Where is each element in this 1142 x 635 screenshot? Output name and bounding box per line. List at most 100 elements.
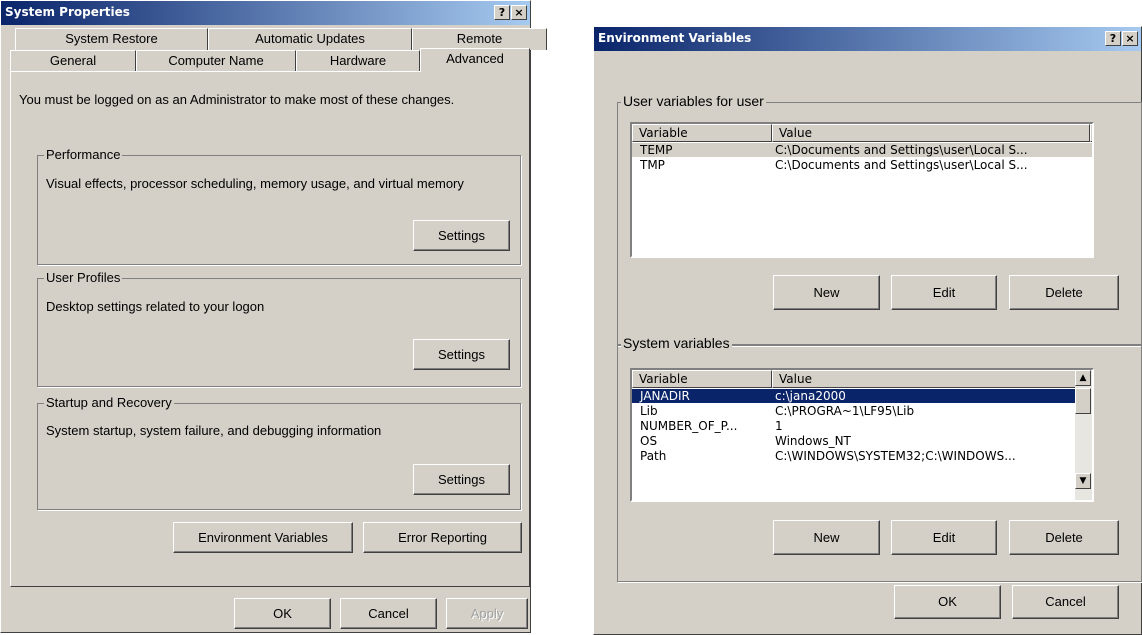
button-label: Settings bbox=[438, 228, 485, 243]
cancel-button[interactable]: Cancel bbox=[1012, 585, 1119, 619]
tab-label: Hardware bbox=[329, 53, 387, 68]
environment-variables-button[interactable]: Environment Variables bbox=[173, 522, 353, 553]
variable-name: NUMBER_OF_P... bbox=[640, 419, 738, 433]
variable-value: C:\WINDOWS\SYSTEM32;C:\WINDOWS... bbox=[775, 449, 1016, 463]
button-label: New bbox=[813, 530, 840, 545]
variable-name: Lib bbox=[640, 404, 658, 418]
tab-label: Computer Name bbox=[168, 53, 264, 68]
system-properties-window: System Properties ? × System Restore Aut… bbox=[0, 0, 547, 633]
window-title: Environment Variables bbox=[598, 31, 752, 45]
group-label: User variables for user bbox=[621, 93, 766, 109]
user-delete-button[interactable]: Delete bbox=[1009, 275, 1119, 310]
scroll-thumb[interactable] bbox=[1075, 388, 1091, 414]
tab-label: General bbox=[49, 53, 97, 68]
tab-label: System Restore bbox=[65, 31, 158, 46]
system-properties-titlebar[interactable]: System Properties ? × bbox=[1, 1, 530, 25]
tab-computer-name[interactable]: Computer Name bbox=[136, 50, 296, 72]
button-label: Environment Variables bbox=[198, 530, 328, 545]
button-label: Cancel bbox=[1045, 594, 1086, 609]
system-variables-list[interactable]: Variable Value JANADIR c:\jana2000 Lib C… bbox=[630, 368, 1094, 502]
system-new-button[interactable]: New bbox=[773, 520, 880, 555]
button-label: Delete bbox=[1045, 285, 1083, 300]
group-label: System variables bbox=[621, 335, 732, 351]
tab-remote[interactable]: Remote bbox=[412, 28, 547, 50]
cancel-button[interactable]: Cancel bbox=[340, 598, 437, 629]
list-item[interactable]: NUMBER_OF_P... 1 bbox=[632, 419, 1089, 433]
column-header-filler bbox=[1090, 124, 1092, 142]
button-label: OK bbox=[938, 594, 957, 609]
variable-name: TMP bbox=[640, 158, 665, 172]
list-item[interactable]: JANADIR c:\jana2000 bbox=[632, 389, 1089, 403]
user-new-button[interactable]: New bbox=[773, 275, 880, 310]
close-button[interactable]: × bbox=[511, 5, 527, 20]
startup-recovery-group: Startup and Recovery System startup, sys… bbox=[37, 395, 521, 510]
variable-value: C:\Documents and Settings\user\Local S..… bbox=[775, 143, 1028, 157]
ok-button[interactable]: OK bbox=[234, 598, 331, 629]
user-profiles-settings-button[interactable]: Settings bbox=[413, 339, 510, 370]
variable-name: TEMP bbox=[640, 143, 673, 157]
apply-button[interactable]: Apply bbox=[446, 598, 528, 629]
startup-recovery-settings-button[interactable]: Settings bbox=[413, 464, 510, 495]
list-item[interactable]: TMP C:\Documents and Settings\user\Local… bbox=[632, 158, 1092, 172]
group-label: Startup and Recovery bbox=[44, 395, 174, 410]
button-label: Edit bbox=[932, 285, 956, 300]
ok-button[interactable]: OK bbox=[894, 585, 1001, 619]
error-reporting-button[interactable]: Error Reporting bbox=[363, 522, 522, 553]
performance-settings-button[interactable]: Settings bbox=[413, 220, 510, 251]
tab-automatic-updates[interactable]: Automatic Updates bbox=[208, 28, 412, 50]
variable-value: C:\PROGRA~1\LF95\Lib bbox=[775, 404, 915, 418]
column-header-value[interactable]: Value bbox=[772, 370, 1090, 388]
button-label: Error Reporting bbox=[398, 530, 487, 545]
group-label: Performance bbox=[44, 147, 123, 162]
variable-value: Windows_NT bbox=[775, 434, 851, 448]
tab-hardware[interactable]: Hardware bbox=[296, 50, 420, 72]
variable-name: JANADIR bbox=[640, 389, 690, 403]
user-variables-list[interactable]: Variable Value TEMP C:\Documents and Set… bbox=[630, 122, 1094, 258]
tab-advanced[interactable]: Advanced bbox=[420, 48, 530, 72]
close-button[interactable]: × bbox=[1122, 31, 1138, 46]
tab-label: Advanced bbox=[446, 51, 504, 66]
group-description: Desktop settings related to your logon bbox=[46, 299, 265, 314]
list-item[interactable]: TEMP C:\Documents and Settings\user\Loca… bbox=[632, 143, 1092, 157]
tab-label: Automatic Updates bbox=[255, 31, 365, 46]
performance-group: Performance Visual effects, processor sc… bbox=[37, 147, 521, 265]
button-label: Settings bbox=[438, 347, 485, 362]
advanced-tab-panel: You must be logged on as an Administrato… bbox=[10, 71, 530, 587]
button-label: Apply bbox=[470, 606, 504, 621]
button-label: Settings bbox=[438, 472, 485, 487]
user-variables-group: User variables for user Variable Value T… bbox=[617, 93, 1142, 346]
button-label: Edit bbox=[932, 530, 956, 545]
tab-system-restore[interactable]: System Restore bbox=[15, 28, 208, 50]
column-header-variable[interactable]: Variable bbox=[632, 124, 772, 142]
list-item[interactable]: Path C:\WINDOWS\SYSTEM32;C:\WINDOWS... bbox=[632, 449, 1089, 463]
help-button[interactable]: ? bbox=[494, 5, 510, 20]
environment-variables-titlebar[interactable]: Environment Variables ? × bbox=[594, 27, 1141, 51]
variable-name: OS bbox=[640, 434, 658, 448]
button-label: Delete bbox=[1045, 530, 1083, 545]
admin-notice: You must be logged on as an Administrato… bbox=[19, 92, 455, 107]
button-label: New bbox=[813, 285, 840, 300]
environment-variables-window: Environment Variables ? × User variables… bbox=[593, 26, 1142, 635]
help-button[interactable]: ? bbox=[1105, 31, 1121, 46]
list-item[interactable]: OS Windows_NT bbox=[632, 434, 1089, 448]
group-description: System startup, system failure, and debu… bbox=[46, 423, 382, 438]
tab-general[interactable]: General bbox=[10, 50, 136, 72]
tab-label: Remote bbox=[456, 31, 503, 46]
scroll-up-icon[interactable]: ▲ bbox=[1075, 370, 1091, 386]
button-label: OK bbox=[273, 606, 292, 621]
vertical-scrollbar[interactable]: ▲ ▼ bbox=[1075, 370, 1092, 500]
window-title: System Properties bbox=[5, 5, 130, 19]
system-delete-button[interactable]: Delete bbox=[1009, 520, 1119, 555]
user-profiles-group: User Profiles Desktop settings related t… bbox=[37, 270, 521, 387]
variable-value: C:\Documents and Settings\user\Local S..… bbox=[775, 158, 1028, 172]
list-item[interactable]: Lib C:\PROGRA~1\LF95\Lib bbox=[632, 404, 1089, 418]
button-label: Cancel bbox=[368, 606, 409, 621]
column-header-variable[interactable]: Variable bbox=[632, 370, 772, 388]
scroll-down-icon[interactable]: ▼ bbox=[1075, 473, 1091, 489]
system-variables-group: System variables Variable Value JANADIR … bbox=[617, 335, 1142, 582]
variable-value: c:\jana2000 bbox=[775, 389, 846, 403]
column-header-value[interactable]: Value bbox=[772, 124, 1090, 142]
group-description: Visual effects, processor scheduling, me… bbox=[46, 176, 464, 191]
user-edit-button[interactable]: Edit bbox=[891, 275, 997, 310]
system-edit-button[interactable]: Edit bbox=[891, 520, 997, 555]
